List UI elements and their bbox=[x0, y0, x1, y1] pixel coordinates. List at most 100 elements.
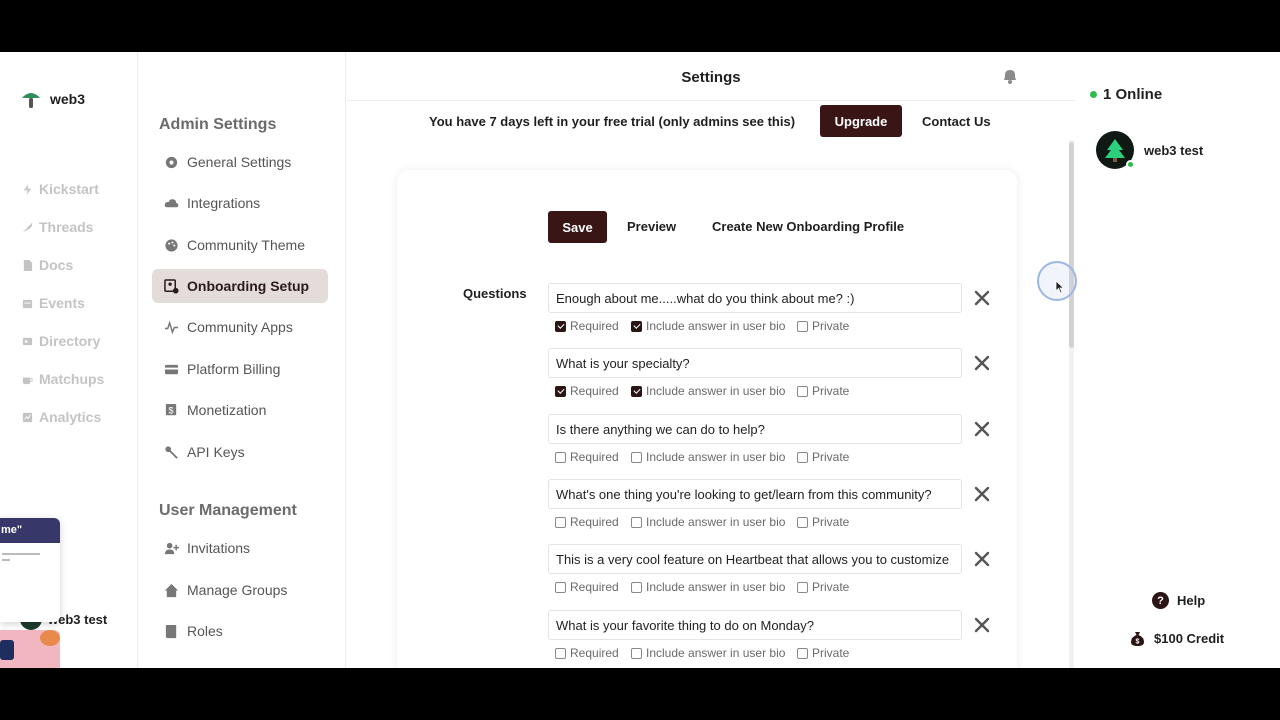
mouse-cursor-icon bbox=[1055, 280, 1065, 294]
floating-thumbnail[interactable]: me" bbox=[0, 518, 60, 622]
settings-item-roles[interactable]: Roles bbox=[152, 614, 328, 648]
settings-item-apps[interactable]: Community Apps bbox=[152, 310, 328, 344]
option-required-checkbox[interactable]: Required bbox=[555, 515, 619, 529]
question-input[interactable]: What is your favorite thing to do on Mon… bbox=[548, 610, 962, 640]
checkbox[interactable] bbox=[631, 581, 642, 593]
option-label: Private bbox=[812, 450, 850, 464]
option-private-checkbox[interactable]: Private bbox=[797, 515, 849, 529]
user-plus-icon bbox=[164, 542, 179, 554]
contact-us-link[interactable]: Contact Us bbox=[922, 114, 991, 129]
home-icon bbox=[164, 583, 179, 597]
checkbox[interactable] bbox=[797, 516, 808, 528]
option-required-checkbox[interactable]: Required bbox=[555, 384, 619, 398]
nav-item-threads[interactable]: Threads bbox=[22, 208, 104, 246]
brand[interactable]: web3 bbox=[20, 88, 85, 110]
question-input[interactable]: What's one thing you're looking to get/l… bbox=[548, 479, 962, 509]
remove-question-icon[interactable] bbox=[973, 550, 991, 568]
question-input[interactable]: Enough about me.....what do you think ab… bbox=[548, 283, 962, 313]
settings-item-onboarding[interactable]: Onboarding Setup bbox=[152, 269, 328, 303]
checkbox[interactable] bbox=[797, 320, 808, 332]
option-required-checkbox[interactable]: Required bbox=[555, 646, 619, 660]
bell-icon[interactable] bbox=[1001, 67, 1019, 85]
nav-item-docs[interactable]: Docs bbox=[22, 246, 104, 284]
settings-item-theme[interactable]: Community Theme bbox=[152, 228, 328, 262]
settings-item-general[interactable]: General Settings bbox=[152, 145, 328, 179]
option-label: Required bbox=[570, 319, 619, 333]
settings-item-integrations[interactable]: Integrations bbox=[152, 186, 328, 220]
settings-item-invitations[interactable]: Invitations bbox=[152, 531, 328, 565]
option-bio-checkbox[interactable]: Include answer in user bio bbox=[631, 450, 785, 464]
checkbox[interactable] bbox=[631, 320, 642, 332]
preview-button[interactable]: Preview bbox=[627, 219, 676, 234]
settings-item-billing[interactable]: Platform Billing bbox=[152, 352, 328, 386]
checkbox[interactable] bbox=[555, 581, 566, 593]
thumbnail-line bbox=[2, 553, 40, 555]
svg-text:$: $ bbox=[168, 405, 174, 415]
checkbox[interactable] bbox=[797, 581, 808, 593]
nav-item-label: Directory bbox=[39, 333, 101, 349]
checkbox[interactable] bbox=[631, 385, 642, 397]
option-private-checkbox[interactable]: Private bbox=[797, 450, 849, 464]
checkbox[interactable] bbox=[797, 647, 808, 659]
question-input[interactable]: What is your specialty? bbox=[548, 348, 962, 378]
nav-item-directory[interactable]: Directory bbox=[22, 322, 104, 360]
settings-item-api-keys[interactable]: API Keys bbox=[152, 435, 328, 469]
credit-card-icon bbox=[164, 364, 179, 374]
settings-item-label: Integrations bbox=[187, 195, 261, 211]
checkbox[interactable] bbox=[631, 451, 642, 463]
checkbox[interactable] bbox=[555, 451, 566, 463]
option-bio-checkbox[interactable]: Include answer in user bio bbox=[631, 515, 785, 529]
option-required-checkbox[interactable]: Required bbox=[555, 580, 619, 594]
option-label: Include answer in user bio bbox=[646, 515, 786, 529]
checkbox[interactable] bbox=[631, 647, 642, 659]
option-label: Required bbox=[570, 384, 619, 398]
option-private-checkbox[interactable]: Private bbox=[797, 384, 849, 398]
money-bag-icon: $ bbox=[1131, 632, 1144, 646]
nav-item-matchups[interactable]: Matchups bbox=[22, 360, 104, 398]
remove-question-icon[interactable] bbox=[973, 420, 991, 438]
create-profile-button[interactable]: Create New Onboarding Profile bbox=[712, 219, 904, 234]
option-private-checkbox[interactable]: Private bbox=[797, 580, 849, 594]
nav-item-events[interactable]: Events bbox=[22, 284, 104, 322]
option-private-checkbox[interactable]: Private bbox=[797, 646, 849, 660]
checkbox[interactable] bbox=[797, 451, 808, 463]
question-input[interactable]: This is a very cool feature on Heartbeat… bbox=[548, 544, 962, 574]
option-private-checkbox[interactable]: Private bbox=[797, 319, 849, 333]
svg-text:$: $ bbox=[1136, 639, 1140, 646]
settings-item-groups[interactable]: Manage Groups bbox=[152, 573, 328, 607]
book-icon bbox=[165, 624, 177, 638]
checkbox[interactable] bbox=[555, 647, 566, 659]
bolt-icon bbox=[23, 183, 32, 195]
option-label: Include answer in user bio bbox=[646, 384, 786, 398]
header-divider bbox=[347, 100, 1075, 101]
option-bio-checkbox[interactable]: Include answer in user bio bbox=[631, 384, 785, 398]
option-bio-checkbox[interactable]: Include answer in user bio bbox=[631, 646, 785, 660]
remove-question-icon[interactable] bbox=[973, 289, 991, 307]
online-user[interactable]: web3 test bbox=[1096, 131, 1203, 169]
checkbox[interactable] bbox=[555, 320, 566, 332]
credit-button[interactable]: $ $100 Credit bbox=[1129, 630, 1224, 647]
checkbox[interactable] bbox=[631, 516, 642, 528]
remove-question-icon[interactable] bbox=[973, 485, 991, 503]
settings-item-monetization[interactable]: $ Monetization bbox=[152, 393, 328, 427]
remove-question-icon[interactable] bbox=[973, 354, 991, 372]
checkbox[interactable] bbox=[797, 385, 808, 397]
floating-thumbnail-2[interactable] bbox=[0, 630, 60, 668]
upgrade-button[interactable]: Upgrade bbox=[820, 105, 902, 137]
option-required-checkbox[interactable]: Required bbox=[555, 450, 619, 464]
save-button[interactable]: Save bbox=[548, 211, 607, 243]
help-button[interactable]: ? Help bbox=[1152, 592, 1205, 609]
option-bio-checkbox[interactable]: Include answer in user bio bbox=[631, 319, 785, 333]
nav-item-kickstart[interactable]: Kickstart bbox=[22, 170, 104, 208]
checkbox[interactable] bbox=[555, 385, 566, 397]
option-label: Private bbox=[812, 319, 850, 333]
question-input[interactable]: Is there anything we can do to help? bbox=[548, 414, 962, 444]
scrollbar-thumb[interactable] bbox=[1069, 142, 1074, 348]
checkbox[interactable] bbox=[555, 516, 566, 528]
option-required-checkbox[interactable]: Required bbox=[555, 319, 619, 333]
nav-item-label: Matchups bbox=[39, 371, 105, 387]
option-label: Private bbox=[812, 646, 850, 660]
option-bio-checkbox[interactable]: Include answer in user bio bbox=[631, 580, 785, 594]
nav-item-analytics[interactable]: Analytics bbox=[22, 398, 104, 436]
remove-question-icon[interactable] bbox=[973, 616, 991, 634]
